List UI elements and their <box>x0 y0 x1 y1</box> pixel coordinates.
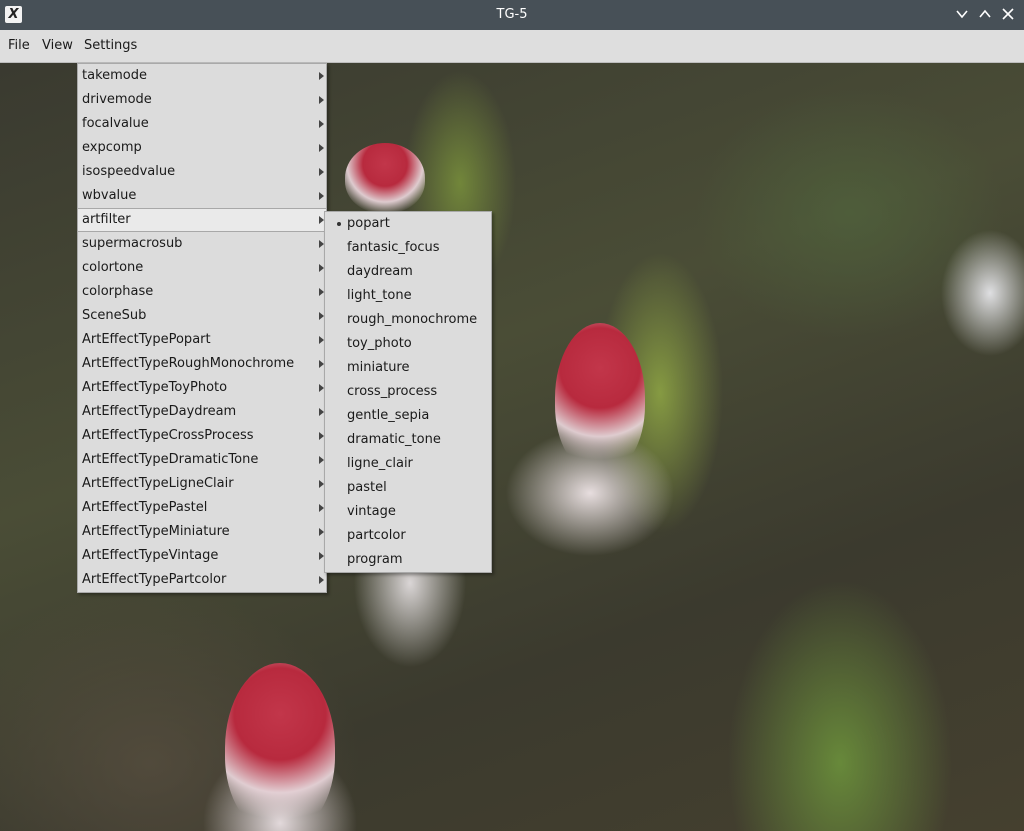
menu-item-label: supermacrosub <box>82 236 183 251</box>
menu-item-arteffecttypepastel[interactable]: ArtEffectTypePastel <box>78 496 326 520</box>
submenu-arrow-icon <box>319 168 324 176</box>
menu-item-arteffecttypedaydream[interactable]: ArtEffectTypeDaydream <box>78 400 326 424</box>
submenu-item-cross-process[interactable]: cross_process <box>325 380 491 404</box>
close-icon[interactable] <box>998 4 1018 26</box>
menu-item-artfilter[interactable]: artfilter <box>78 208 326 232</box>
submenu-item-label: partcolor <box>347 528 406 543</box>
menu-item-arteffecttypetoyphoto[interactable]: ArtEffectTypeToyPhoto <box>78 376 326 400</box>
window-title: TG-5 <box>496 7 528 22</box>
menu-item-arteffecttypedramatictone[interactable]: ArtEffectTypeDramaticTone <box>78 448 326 472</box>
menu-item-label: ArtEffectTypeDaydream <box>82 404 237 419</box>
flower-bloom <box>555 323 645 473</box>
submenu-item-label: popart <box>347 216 390 231</box>
submenu-arrow-icon <box>319 120 324 128</box>
submenu-item-label: toy_photo <box>347 336 412 351</box>
menu-item-label: ArtEffectTypeLigneClair <box>82 476 234 491</box>
submenu-item-light-tone[interactable]: light_tone <box>325 284 491 308</box>
menu-item-label: focalvalue <box>82 116 149 131</box>
menu-item-label: ArtEffectTypePartcolor <box>82 572 227 587</box>
submenu-item-label: cross_process <box>347 384 438 399</box>
submenu-item-program[interactable]: program <box>325 548 491 572</box>
menu-settings[interactable]: Settings <box>84 30 137 62</box>
menu-item-drivemode[interactable]: drivemode <box>78 88 326 112</box>
submenu-item-label: rough_monochrome <box>347 312 478 327</box>
menu-item-takemode[interactable]: takemode <box>78 64 326 88</box>
submenu-item-popart[interactable]: popart <box>325 212 491 236</box>
menu-item-scenesub[interactable]: SceneSub <box>78 304 326 328</box>
menu-item-arteffecttypevintage[interactable]: ArtEffectTypeVintage <box>78 544 326 568</box>
submenu-item-label: fantasic_focus <box>347 240 440 255</box>
submenu-item-pastel[interactable]: pastel <box>325 476 491 500</box>
menu-file[interactable]: File <box>8 30 30 62</box>
menu-item-wbvalue[interactable]: wbvalue <box>78 184 326 208</box>
menu-item-colortone[interactable]: colortone <box>78 256 326 280</box>
submenu-item-daydream[interactable]: daydream <box>325 260 491 284</box>
menu-item-label: expcomp <box>82 140 142 155</box>
submenu-item-label: light_tone <box>347 288 412 303</box>
artfilter-submenu: popart fantasic_focus daydream light_tonero… <box>324 211 492 573</box>
submenu-item-miniature[interactable]: miniature <box>325 356 491 380</box>
menu-item-label: wbvalue <box>82 188 137 203</box>
menu-item-label: ArtEffectTypeMiniature <box>82 524 230 539</box>
submenu-item-rough-monochrome[interactable]: rough_monochrome <box>325 308 491 332</box>
menu-item-label: isospeedvalue <box>82 164 176 179</box>
menu-item-label: ArtEffectTypeToyPhoto <box>82 380 228 395</box>
menubar: File View Settings <box>0 30 1024 63</box>
menu-item-expcomp[interactable]: expcomp <box>78 136 326 160</box>
menu-item-arteffecttypepartcolor[interactable]: ArtEffectTypePartcolor <box>78 568 326 592</box>
menu-item-supermacrosub[interactable]: supermacrosub <box>78 232 326 256</box>
submenu-item-label: gentle_sepia <box>347 408 430 423</box>
window-titlebar[interactable]: X TG-5 <box>0 0 1024 30</box>
menu-item-colorphase[interactable]: colorphase <box>78 280 326 304</box>
submenu-item-vintage[interactable]: vintage <box>325 500 491 524</box>
menu-item-label: colorphase <box>82 284 154 299</box>
menu-item-label: ArtEffectTypeVintage <box>82 548 219 563</box>
submenu-arrow-icon <box>319 96 324 104</box>
menu-item-label: SceneSub <box>82 308 147 323</box>
submenu-item-label: ligne_clair <box>347 456 413 471</box>
menu-item-arteffecttypeligneclair[interactable]: ArtEffectTypeLigneClair <box>78 472 326 496</box>
menu-item-arteffecttypeminiature[interactable]: ArtEffectTypeMiniature <box>78 520 326 544</box>
submenu-item-toy-photo[interactable]: toy_photo <box>325 332 491 356</box>
submenu-item-label: program <box>347 552 403 567</box>
menu-item-arteffecttyperoughmonochrome[interactable]: ArtEffectTypeRoughMonochrome <box>78 352 326 376</box>
submenu-item-ligne-clair[interactable]: ligne_clair <box>325 452 491 476</box>
menu-item-label: colortone <box>82 260 144 275</box>
menu-item-label: ArtEffectTypeRoughMonochrome <box>82 356 295 371</box>
radio-selected-icon <box>337 222 341 226</box>
submenu-arrow-icon <box>319 144 324 152</box>
maximize-icon[interactable] <box>975 4 995 26</box>
submenu-item-label: daydream <box>347 264 413 279</box>
menu-item-label: drivemode <box>82 92 152 107</box>
menu-item-label: takemode <box>82 68 147 83</box>
submenu-arrow-icon <box>319 576 324 584</box>
submenu-item-dramatic-tone[interactable]: dramatic_tone <box>325 428 491 452</box>
menu-item-label: ArtEffectTypeCrossProcess <box>82 428 254 443</box>
menu-item-label: ArtEffectTypePastel <box>82 500 208 515</box>
submenu-item-gentle-sepia[interactable]: gentle_sepia <box>325 404 491 428</box>
menu-item-label: ArtEffectTypeDramaticTone <box>82 452 259 467</box>
menu-item-label: ArtEffectTypePopart <box>82 332 211 347</box>
flower-bloom-lower <box>225 663 335 831</box>
submenu-item-label: dramatic_tone <box>347 432 441 447</box>
menu-item-arteffecttypepopart[interactable]: ArtEffectTypePopart <box>78 328 326 352</box>
menu-item-arteffecttypecrossprocess[interactable]: ArtEffectTypeCrossProcess <box>78 424 326 448</box>
menu-item-label: artfilter <box>82 212 131 227</box>
submenu-arrow-icon <box>319 72 324 80</box>
submenu-arrow-icon <box>319 192 324 200</box>
submenu-item-partcolor[interactable]: partcolor <box>325 524 491 548</box>
submenu-item-label: vintage <box>347 504 396 519</box>
settings-menu: takemode drivemode focalvalue expcomp isospe… <box>77 63 327 593</box>
menu-view[interactable]: View <box>42 30 73 62</box>
menu-item-isospeedvalue[interactable]: isospeedvalue <box>78 160 326 184</box>
submenu-item-label: pastel <box>347 480 387 495</box>
menu-item-focalvalue[interactable]: focalvalue <box>78 112 326 136</box>
minimize-icon[interactable] <box>952 4 972 26</box>
submenu-item-label: miniature <box>347 360 410 375</box>
submenu-item-fantasic-focus[interactable]: fantasic_focus <box>325 236 491 260</box>
flower-bud <box>345 143 425 213</box>
